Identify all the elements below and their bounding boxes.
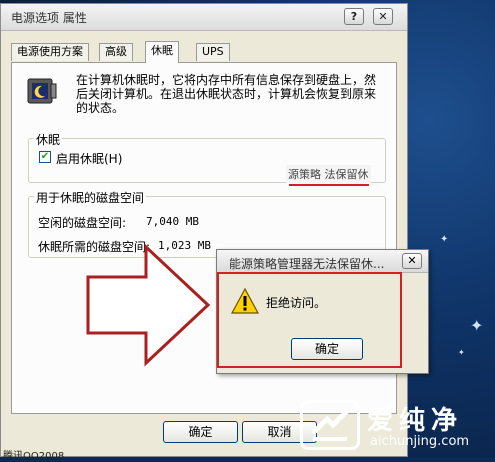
free-space-value: 7,040 MB [146,215,199,228]
warning-icon [231,288,259,314]
dialog-title-bar[interactable]: 能源策略管理器无法保留休... ✕ [217,250,428,273]
watermark: 爱纯净 aichunjing.com [300,400,495,457]
ok-button[interactable]: 确定 [163,421,238,443]
help-button[interactable]: ? [344,8,364,25]
hibernate-group-title: 休眠 [34,131,63,148]
watermark-url: aichunjing.com [370,434,470,449]
tab-power-schemes[interactable]: 电源使用方案 [11,43,89,61]
window-title: 电源选项 属性 [11,11,87,25]
error-tooltip: 源策略 法保留休 [286,165,371,183]
hibernate-description: 在计算机休眠时，它将内存中所有信息保存到硬盘上，然后关闭计算机。在退出休眠状态时… [76,73,377,115]
free-space-label: 空闲的磁盘空间: [38,216,127,230]
dialog-close-button[interactable]: ✕ [402,253,422,269]
dialog-red-highlight [217,272,402,368]
tab-advanced[interactable]: 高级 [99,43,133,61]
tooltip-red-underline [289,184,369,186]
dialog-message: 拒绝访问。 [266,296,327,310]
power-options-window: 电源选项 属性 ? ✕ 电源使用方案 高级 休眠 UPS 在计算机休眠时，它将内… [0,3,408,457]
watermark-logo-icon [300,400,360,450]
star-decoration: ✦ [440,234,449,245]
tab-hibernate[interactable]: 休眠 [145,41,179,63]
title-bar[interactable]: 电源选项 属性 ? ✕ [1,4,407,31]
enable-hibernate-label[interactable]: 启用休眠(H) [56,150,122,167]
hibernate-computer-icon [27,78,57,104]
disk-space-group-title: 用于休眠的磁盘空间 [34,189,147,206]
close-button[interactable]: ✕ [373,8,393,25]
status-text: 腾讯QQ2008 [3,451,65,462]
watermark-text: 爱纯净 [367,406,464,436]
enable-hibernate-checkbox[interactable]: ✔ [39,151,51,163]
star-decoration: ✦ [470,316,484,335]
dialog-title: 能源策略管理器无法保留休... [229,257,385,271]
tab-ups[interactable]: UPS [196,43,230,61]
star-decoration: ✦ [458,348,465,357]
red-arrow-icon [86,243,211,367]
